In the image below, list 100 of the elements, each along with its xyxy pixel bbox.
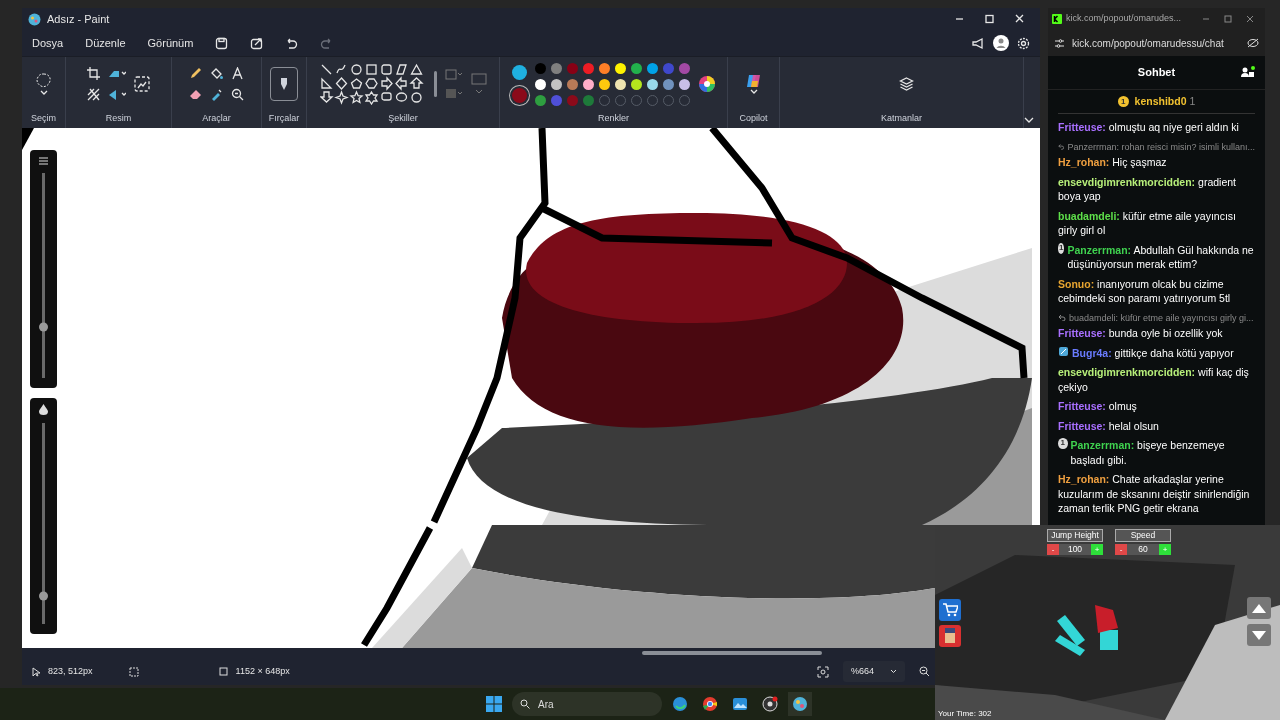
site-settings-icon[interactable] bbox=[1054, 38, 1065, 48]
chat-message: Fritteuse: olmuştu aq niye geri aldın ki bbox=[1058, 121, 1239, 133]
decrease-button[interactable]: - bbox=[1115, 544, 1127, 555]
primary-color-swatch[interactable] bbox=[511, 65, 527, 81]
flip-icon[interactable] bbox=[108, 88, 126, 101]
color-swatch[interactable] bbox=[582, 62, 594, 74]
color-swatch[interactable] bbox=[582, 94, 594, 106]
chevron-down-icon[interactable] bbox=[39, 90, 48, 97]
gift-badge: 1 bbox=[1058, 242, 1065, 254]
users-icon[interactable] bbox=[1241, 66, 1255, 78]
scrollbar-thumb[interactable] bbox=[642, 651, 822, 655]
paint-bucket-icon[interactable] bbox=[210, 67, 223, 81]
hidden-eye-icon[interactable] bbox=[1247, 38, 1259, 48]
color-swatch[interactable] bbox=[630, 78, 642, 90]
globe-icon[interactable] bbox=[672, 696, 688, 712]
decrease-button[interactable]: - bbox=[1047, 544, 1059, 555]
chevron-down-icon[interactable] bbox=[749, 89, 758, 96]
color-swatch[interactable] bbox=[598, 62, 610, 74]
cart-icon[interactable] bbox=[942, 603, 958, 617]
up-arrow-icon[interactable] bbox=[1252, 602, 1266, 614]
photos-icon[interactable] bbox=[732, 696, 748, 712]
color-swatch[interactable] bbox=[550, 62, 562, 74]
save-icon[interactable] bbox=[215, 36, 229, 50]
recorder-icon[interactable] bbox=[762, 696, 778, 712]
group-label: Seçim bbox=[31, 111, 56, 125]
slider-thumb[interactable] bbox=[39, 322, 48, 332]
chat-message: ensevdigimrenkmorcidden: gradient boya yap bbox=[1058, 175, 1236, 202]
color-swatch[interactable] bbox=[614, 78, 626, 90]
secondary-color-swatch[interactable] bbox=[511, 88, 527, 104]
search-field[interactable]: Ara bbox=[512, 692, 662, 716]
paint-app-icon[interactable] bbox=[792, 696, 808, 712]
settings-icon[interactable] bbox=[1017, 36, 1030, 50]
menu-item[interactable]: Düzenle bbox=[85, 32, 126, 54]
brush-icon bbox=[279, 77, 289, 92]
text-icon[interactable] bbox=[231, 67, 244, 81]
group-label: Katmanlar bbox=[881, 111, 922, 125]
avatar-icon[interactable] bbox=[993, 35, 1009, 51]
share-icon[interactable] bbox=[250, 36, 264, 50]
chat-message: Panzerrman: bişeye benzemeye başladı gibi. bbox=[1070, 438, 1226, 467]
color-swatch[interactable] bbox=[678, 78, 690, 90]
eraser-icon[interactable] bbox=[189, 88, 202, 102]
slider-track[interactable] bbox=[42, 423, 45, 624]
pixel-grid-icon[interactable] bbox=[87, 88, 100, 102]
color-swatch[interactable] bbox=[566, 78, 578, 90]
stat-label: Speed bbox=[1115, 529, 1171, 542]
character-icon[interactable] bbox=[943, 628, 957, 644]
color-swatch[interactable] bbox=[678, 62, 690, 74]
group-label: Araçlar bbox=[202, 111, 231, 125]
color-swatch[interactable] bbox=[630, 62, 642, 74]
crop-icon[interactable] bbox=[87, 67, 100, 81]
color-swatch[interactable] bbox=[646, 62, 658, 74]
copilot-icon[interactable] bbox=[745, 73, 762, 90]
timer-text: Your Time: 302 bbox=[938, 708, 992, 720]
chat-message: Hz_rohan: Chate arkadaşlar yerine kuzularım de sksanını deiştir sinirlendiğin zaman terlik PNG getir ekrana bbox=[1058, 473, 1250, 514]
chat-message: Fritteuse: olmuş bbox=[1058, 400, 1137, 412]
undo-icon[interactable] bbox=[285, 36, 299, 50]
color-picker-icon[interactable] bbox=[210, 88, 223, 102]
color-wheel-icon[interactable] bbox=[697, 75, 716, 94]
color-swatch[interactable] bbox=[662, 78, 674, 90]
pinned-user[interactable]: kenshibd0 bbox=[1134, 93, 1187, 110]
image-resize-icon[interactable] bbox=[134, 76, 150, 93]
color-swatch[interactable] bbox=[566, 94, 578, 106]
kick-logo-icon bbox=[1052, 14, 1062, 24]
color-swatch[interactable] bbox=[582, 78, 594, 90]
color-swatch[interactable] bbox=[534, 62, 546, 74]
fit-screen-icon[interactable] bbox=[816, 665, 829, 678]
slider-thumb[interactable] bbox=[39, 591, 48, 601]
megaphone-icon[interactable] bbox=[971, 36, 985, 50]
tab-title: kick.com/popout/omarudes... bbox=[1066, 12, 1182, 26]
chat-message: ensevdigimrenkmorcidden: wifi kaç diş çekiyo bbox=[1058, 366, 1249, 393]
reply-preview: buadamdeli: küfür etme aile yayıncısı girly gi... bbox=[1069, 311, 1254, 325]
down-arrow-icon[interactable] bbox=[1252, 629, 1266, 641]
slider-track[interactable] bbox=[42, 173, 45, 378]
color-swatch[interactable] bbox=[534, 94, 546, 106]
canvas-size: 1152 × 648px bbox=[235, 664, 290, 678]
pencil-icon[interactable] bbox=[189, 67, 202, 81]
layers-icon[interactable] bbox=[899, 77, 914, 92]
chevron-down-icon[interactable] bbox=[1024, 117, 1034, 124]
scrollbar-icon bbox=[433, 71, 437, 98]
reply-arrow-icon bbox=[1058, 314, 1066, 322]
brush-button[interactable] bbox=[270, 67, 298, 102]
color-swatch[interactable] bbox=[646, 78, 658, 90]
color-swatch[interactable] bbox=[550, 78, 562, 90]
color-swatch[interactable] bbox=[550, 94, 562, 106]
chat-message: Hz_rohan: Hiç şaşmaz bbox=[1058, 156, 1167, 168]
menu-item[interactable]: Görünüm bbox=[147, 32, 194, 54]
zoom-out-icon[interactable] bbox=[919, 666, 930, 677]
color-swatch[interactable] bbox=[534, 78, 546, 90]
color-swatch[interactable] bbox=[662, 62, 674, 74]
menu-item[interactable]: Dosya bbox=[32, 32, 64, 54]
stat-value: 60 bbox=[1127, 544, 1159, 555]
color-swatch[interactable] bbox=[566, 62, 578, 74]
zoom-dropdown[interactable]: %664 bbox=[842, 660, 905, 683]
color-swatch[interactable] bbox=[598, 78, 610, 90]
browser-icon[interactable] bbox=[702, 696, 718, 712]
chevron-down-icon bbox=[890, 669, 897, 674]
color-swatch[interactable] bbox=[614, 62, 626, 74]
magnifier-icon[interactable] bbox=[231, 88, 244, 102]
shape-gallery-drawing[interactable] bbox=[319, 63, 426, 106]
emblem-icon bbox=[1058, 345, 1069, 357]
